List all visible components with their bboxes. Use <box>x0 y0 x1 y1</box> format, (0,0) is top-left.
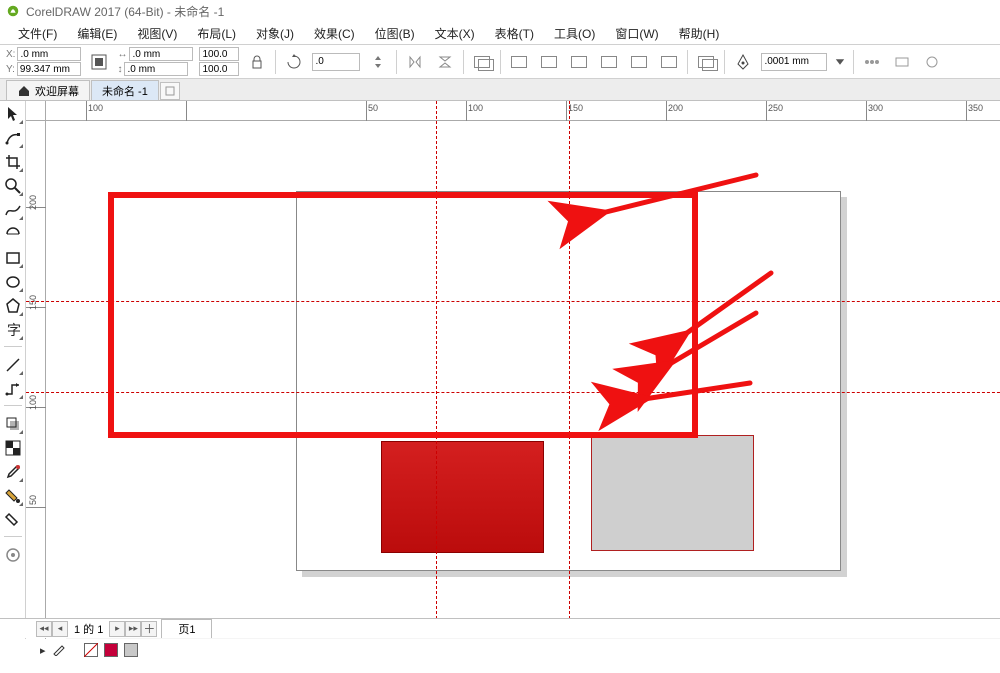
page-counter: 1 的 1 <box>68 621 109 637</box>
rectangle-tool[interactable] <box>2 247 24 269</box>
pos-y-input[interactable] <box>17 62 81 76</box>
swatch-2[interactable] <box>124 643 138 657</box>
snap-option-3-button[interactable] <box>920 50 944 74</box>
toolbox: 字 <box>0 101 26 639</box>
page-navigator: ◂◂ ◂ 1 的 1 ▸ ▸▸ ＋ 页1 <box>0 618 1000 638</box>
red-rectangle-object[interactable] <box>381 441 544 553</box>
interactive-fill-tool[interactable] <box>2 485 24 507</box>
page-tab[interactable]: 页1 <box>161 619 212 638</box>
shape-tool[interactable] <box>2 127 24 149</box>
align-hcenter-button[interactable] <box>537 50 561 74</box>
height-input[interactable] <box>124 62 188 76</box>
annotation-rectangle <box>108 192 698 438</box>
menu-view[interactable]: 视图(V) <box>127 23 187 44</box>
menu-layout[interactable]: 布局(L) <box>187 23 246 44</box>
smart-fill-tool[interactable] <box>2 509 24 531</box>
nav-prev-button[interactable]: ◂ <box>52 621 68 637</box>
rotate-icon <box>282 50 306 74</box>
smart-drawing-tool[interactable] <box>2 223 24 245</box>
connector-tool[interactable] <box>2 378 24 400</box>
nav-first-button[interactable]: ◂◂ <box>36 621 52 637</box>
nav-add-page-button[interactable]: ＋ <box>141 621 157 637</box>
vertical-ruler[interactable]: 20015010050 <box>26 121 46 639</box>
eyedropper-tool[interactable] <box>2 461 24 483</box>
mirror-v-button[interactable] <box>433 50 457 74</box>
menu-window[interactable]: 窗口(W) <box>605 23 668 44</box>
order-front-button[interactable] <box>470 50 494 74</box>
menu-file[interactable]: 文件(F) <box>8 23 67 44</box>
dimension-tool[interactable] <box>2 354 24 376</box>
grey-rectangle-object[interactable] <box>591 435 754 551</box>
outline-width-input[interactable] <box>761 53 827 71</box>
tab-document[interactable]: 未命名 -1 <box>91 80 159 100</box>
horizontal-ruler[interactable]: 10050100150200250300350400 <box>46 101 1000 121</box>
freehand-tool[interactable] <box>2 199 24 221</box>
menu-tools[interactable]: 工具(O) <box>544 23 605 44</box>
scale-fields <box>199 47 239 76</box>
window-title: CorelDRAW 2017 (64-Bit) - 未命名 -1 <box>26 3 224 20</box>
tab-welcome[interactable]: 欢迎屏幕 <box>6 80 90 100</box>
menu-edit[interactable]: 编辑(E) <box>67 23 127 44</box>
drop-shadow-tool[interactable] <box>2 413 24 435</box>
nofill-swatch[interactable] <box>84 643 98 657</box>
options-tool[interactable] <box>2 544 24 566</box>
titlebar: CorelDRAW 2017 (64-Bit) - 未命名 -1 <box>0 0 1000 22</box>
hint-pencil-icon <box>52 642 66 659</box>
align-vcenter-button[interactable] <box>627 50 651 74</box>
swatch-1[interactable] <box>104 643 118 657</box>
pen-nib-icon <box>731 50 755 74</box>
menu-bitmap[interactable]: 位图(B) <box>365 23 425 44</box>
text-tool[interactable]: 字 <box>2 319 24 341</box>
rotation-input[interactable] <box>312 53 360 71</box>
main-area: 字 10050100150200250300350400 20015010050 <box>0 101 1000 639</box>
menu-text[interactable]: 文本(X) <box>425 23 485 44</box>
canvas[interactable] <box>46 121 1000 639</box>
menu-table[interactable]: 表格(T) <box>485 23 544 44</box>
pos-x-input[interactable] <box>17 47 81 61</box>
hint-arrow-icon: ▸ <box>40 644 46 657</box>
align-top-button[interactable] <box>597 50 621 74</box>
property-bar: X: Y: ↔ ↕ <box>0 45 1000 79</box>
align-right-button[interactable] <box>567 50 591 74</box>
workspace: 10050100150200250300350400 20015010050 <box>26 101 1000 639</box>
home-icon <box>17 84 31 98</box>
position-fields: X: Y: <box>6 47 81 76</box>
snap-option-2-button[interactable] <box>890 50 914 74</box>
size-icon <box>87 50 111 74</box>
snap-option-1-button[interactable] <box>860 50 884 74</box>
width-input[interactable] <box>129 47 193 61</box>
document-tabs: 欢迎屏幕 未命名 -1 <box>0 79 1000 101</box>
menu-help[interactable]: 帮助(H) <box>669 23 730 44</box>
align-bottom-button[interactable] <box>657 50 681 74</box>
zoom-tool[interactable] <box>2 175 24 197</box>
crop-tool[interactable] <box>2 151 24 173</box>
scale-y-input[interactable] <box>199 62 239 76</box>
menu-object[interactable]: 对象(J) <box>246 23 304 44</box>
ellipse-tool[interactable] <box>2 271 24 293</box>
size-fields: ↔ ↕ <box>117 47 193 76</box>
align-left-button[interactable] <box>507 50 531 74</box>
menubar: 文件(F) 编辑(E) 视图(V) 布局(L) 对象(J) 效果(C) 位图(B… <box>0 22 1000 44</box>
scale-x-input[interactable] <box>199 47 239 61</box>
hint-bar: ▸ <box>0 639 1000 661</box>
transparency-tool[interactable] <box>2 437 24 459</box>
nav-last-button[interactable]: ▸▸ <box>125 621 141 637</box>
mirror-h-button[interactable] <box>403 50 427 74</box>
new-tab-button[interactable] <box>160 82 180 100</box>
ruler-origin[interactable] <box>26 101 46 121</box>
nav-next-button[interactable]: ▸ <box>109 621 125 637</box>
pick-tool[interactable] <box>2 103 24 125</box>
lock-ratio-button[interactable] <box>245 50 269 74</box>
stepper-icon[interactable] <box>366 50 390 74</box>
polygon-tool[interactable] <box>2 295 24 317</box>
combine-button[interactable] <box>694 50 718 74</box>
outline-dropdown-button[interactable] <box>833 50 847 74</box>
app-icon <box>6 4 20 18</box>
menu-effects[interactable]: 效果(C) <box>304 23 365 44</box>
